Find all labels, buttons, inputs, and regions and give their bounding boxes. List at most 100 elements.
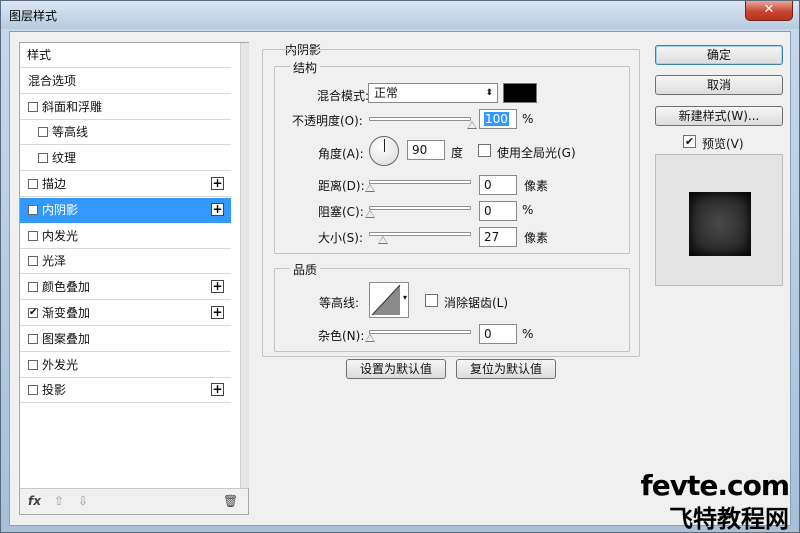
- style-item-checkbox[interactable]: [28, 333, 38, 344]
- blend-mode-select[interactable]: 正常 ⬍: [368, 83, 498, 103]
- trash-icon[interactable]: 🗑: [223, 494, 238, 508]
- size-label: 大小(S):: [318, 231, 364, 245]
- styles-list-header[interactable]: 样式: [20, 43, 231, 68]
- choke-slider-thumb[interactable]: [365, 210, 375, 218]
- add-effect-icon[interactable]: +: [211, 383, 224, 397]
- noise-slider[interactable]: [365, 330, 471, 342]
- style-item[interactable]: 描边 +: [20, 172, 231, 197]
- angle-dial[interactable]: [369, 136, 399, 166]
- size-slider[interactable]: [369, 232, 471, 244]
- style-item-label: 图案叠加: [42, 331, 91, 346]
- style-item[interactable]: 混合选项: [20, 69, 231, 94]
- opacity-input[interactable]: 100: [479, 109, 517, 129]
- angle-input[interactable]: 90: [407, 140, 445, 160]
- choke-unit: %: [522, 203, 534, 217]
- size-input[interactable]: 27: [479, 227, 517, 247]
- style-item-label: 光泽: [42, 254, 67, 269]
- reset-default-button[interactable]: 复位为默认值: [456, 359, 556, 379]
- style-item-checkbox[interactable]: [28, 282, 38, 293]
- size-slider-thumb[interactable]: [378, 236, 388, 244]
- contour-linear-icon: [371, 284, 401, 316]
- styles-list-toolbar: fx ⇧ ⇩ 🗑: [20, 488, 248, 514]
- move-down-icon[interactable]: ⇩: [78, 494, 88, 508]
- contour-dropdown-icon[interactable]: ▾: [403, 293, 407, 302]
- opacity-unit: %: [522, 112, 534, 126]
- style-item-checkbox[interactable]: ✔: [28, 204, 38, 215]
- blend-mode-value: 正常: [374, 86, 399, 100]
- style-item-checkbox[interactable]: [28, 359, 38, 370]
- style-item[interactable]: 颜色叠加 +: [20, 275, 231, 301]
- preview-label: 预览(V): [702, 137, 744, 151]
- choke-slider[interactable]: [365, 206, 471, 218]
- quality-title: 品质: [290, 261, 321, 278]
- style-item[interactable]: 纹理: [20, 146, 231, 172]
- move-up-icon[interactable]: ⇧: [54, 494, 64, 508]
- style-item-label: 描边: [42, 177, 67, 191]
- distance-slider-thumb[interactable]: [365, 184, 375, 192]
- fx-icon[interactable]: fx: [28, 494, 41, 508]
- contour-label: 等高线:: [319, 296, 360, 310]
- style-item[interactable]: ✔ 内阴影 +: [20, 197, 231, 223]
- styles-list-panel: 样式 混合选项 斜面和浮雕 等高线 纹理 描边 + ✔ 内阴影 + 内发光 光泽 颜色叠加 + ✔ 渐变叠加 +…: [19, 42, 249, 515]
- contour-picker[interactable]: ▾: [369, 282, 409, 318]
- noise-slider-thumb[interactable]: [365, 334, 375, 342]
- close-button[interactable]: ✕: [745, 1, 793, 21]
- style-item-checkbox[interactable]: ✔: [28, 308, 38, 318]
- style-item[interactable]: 等高线: [20, 120, 231, 146]
- preview-checkbox[interactable]: ✔: [683, 135, 696, 148]
- style-item-label: 等高线: [52, 125, 89, 140]
- style-item-checkbox[interactable]: [28, 256, 38, 267]
- choke-label: 阻塞(C):: [318, 205, 364, 219]
- style-item[interactable]: 斜面和浮雕: [20, 95, 231, 120]
- styles-list-header-label: 样式: [27, 48, 52, 62]
- distance-unit: 像素: [524, 179, 549, 193]
- noise-label: 杂色(N):: [318, 329, 365, 343]
- antialias-label: 消除锯齿(L): [444, 296, 509, 310]
- distance-label: 距离(D):: [318, 179, 365, 193]
- add-effect-icon[interactable]: +: [211, 280, 224, 294]
- antialias-checkbox[interactable]: [425, 294, 438, 307]
- new-style-button[interactable]: 新建样式(W)...: [655, 106, 783, 126]
- distance-input[interactable]: 0: [479, 175, 517, 195]
- cancel-button[interactable]: 取消: [655, 75, 783, 95]
- style-item[interactable]: 光泽: [20, 249, 231, 275]
- style-item-label: 混合选项: [28, 73, 77, 88]
- shadow-color-swatch[interactable]: [503, 83, 537, 103]
- styles-list-scrollbar[interactable]: [240, 43, 249, 488]
- add-effect-icon[interactable]: +: [211, 202, 224, 216]
- structure-title: 结构: [290, 59, 321, 76]
- style-item-checkbox[interactable]: [28, 179, 38, 189]
- title-bar[interactable]: 图层样式 ✕: [1, 1, 799, 29]
- global-light-checkbox[interactable]: [478, 144, 491, 157]
- style-item[interactable]: 内发光: [20, 224, 231, 249]
- style-item[interactable]: 图案叠加: [20, 327, 231, 352]
- opacity-slider-thumb[interactable]: [467, 121, 477, 129]
- noise-input[interactable]: 0: [479, 324, 517, 344]
- style-item-checkbox[interactable]: [28, 230, 38, 241]
- add-effect-icon[interactable]: +: [211, 177, 224, 190]
- watermark-site-name: 飞特教程网: [669, 505, 789, 533]
- style-preview: [655, 154, 783, 286]
- style-item-checkbox[interactable]: [28, 385, 38, 396]
- style-item-label: 纹理: [52, 151, 77, 166]
- style-item-label: 颜色叠加: [42, 280, 91, 295]
- style-item-label: 内阴影: [42, 202, 79, 217]
- distance-slider[interactable]: [365, 180, 471, 192]
- choke-input[interactable]: 0: [479, 201, 517, 221]
- ok-button[interactable]: 确定: [655, 45, 783, 65]
- style-item-checkbox[interactable]: [38, 153, 48, 164]
- angle-unit: 度: [451, 146, 464, 160]
- style-item[interactable]: ✔ 渐变叠加 +: [20, 301, 231, 326]
- style-item-checkbox[interactable]: [38, 127, 48, 138]
- style-item-checkbox[interactable]: [28, 101, 38, 112]
- set-default-button[interactable]: 设置为默认值: [346, 359, 446, 379]
- style-item[interactable]: 外发光: [20, 353, 231, 378]
- watermark-domain: fevte.com: [640, 469, 790, 502]
- opacity-slider[interactable]: [369, 117, 477, 129]
- add-effect-icon[interactable]: +: [211, 306, 224, 319]
- opacity-label: 不透明度(O):: [292, 114, 363, 128]
- style-item-label: 投影: [42, 383, 67, 398]
- layer-style-dialog: 图层样式 ✕ 样式混合选项斜面和浮雕等高线纹理描边 + ✔ 内阴影 + 内发光光泽颜色叠加…: [0, 0, 800, 533]
- select-arrows-icon: ⬍: [485, 88, 493, 98]
- style-item[interactable]: 投影 +: [20, 378, 231, 404]
